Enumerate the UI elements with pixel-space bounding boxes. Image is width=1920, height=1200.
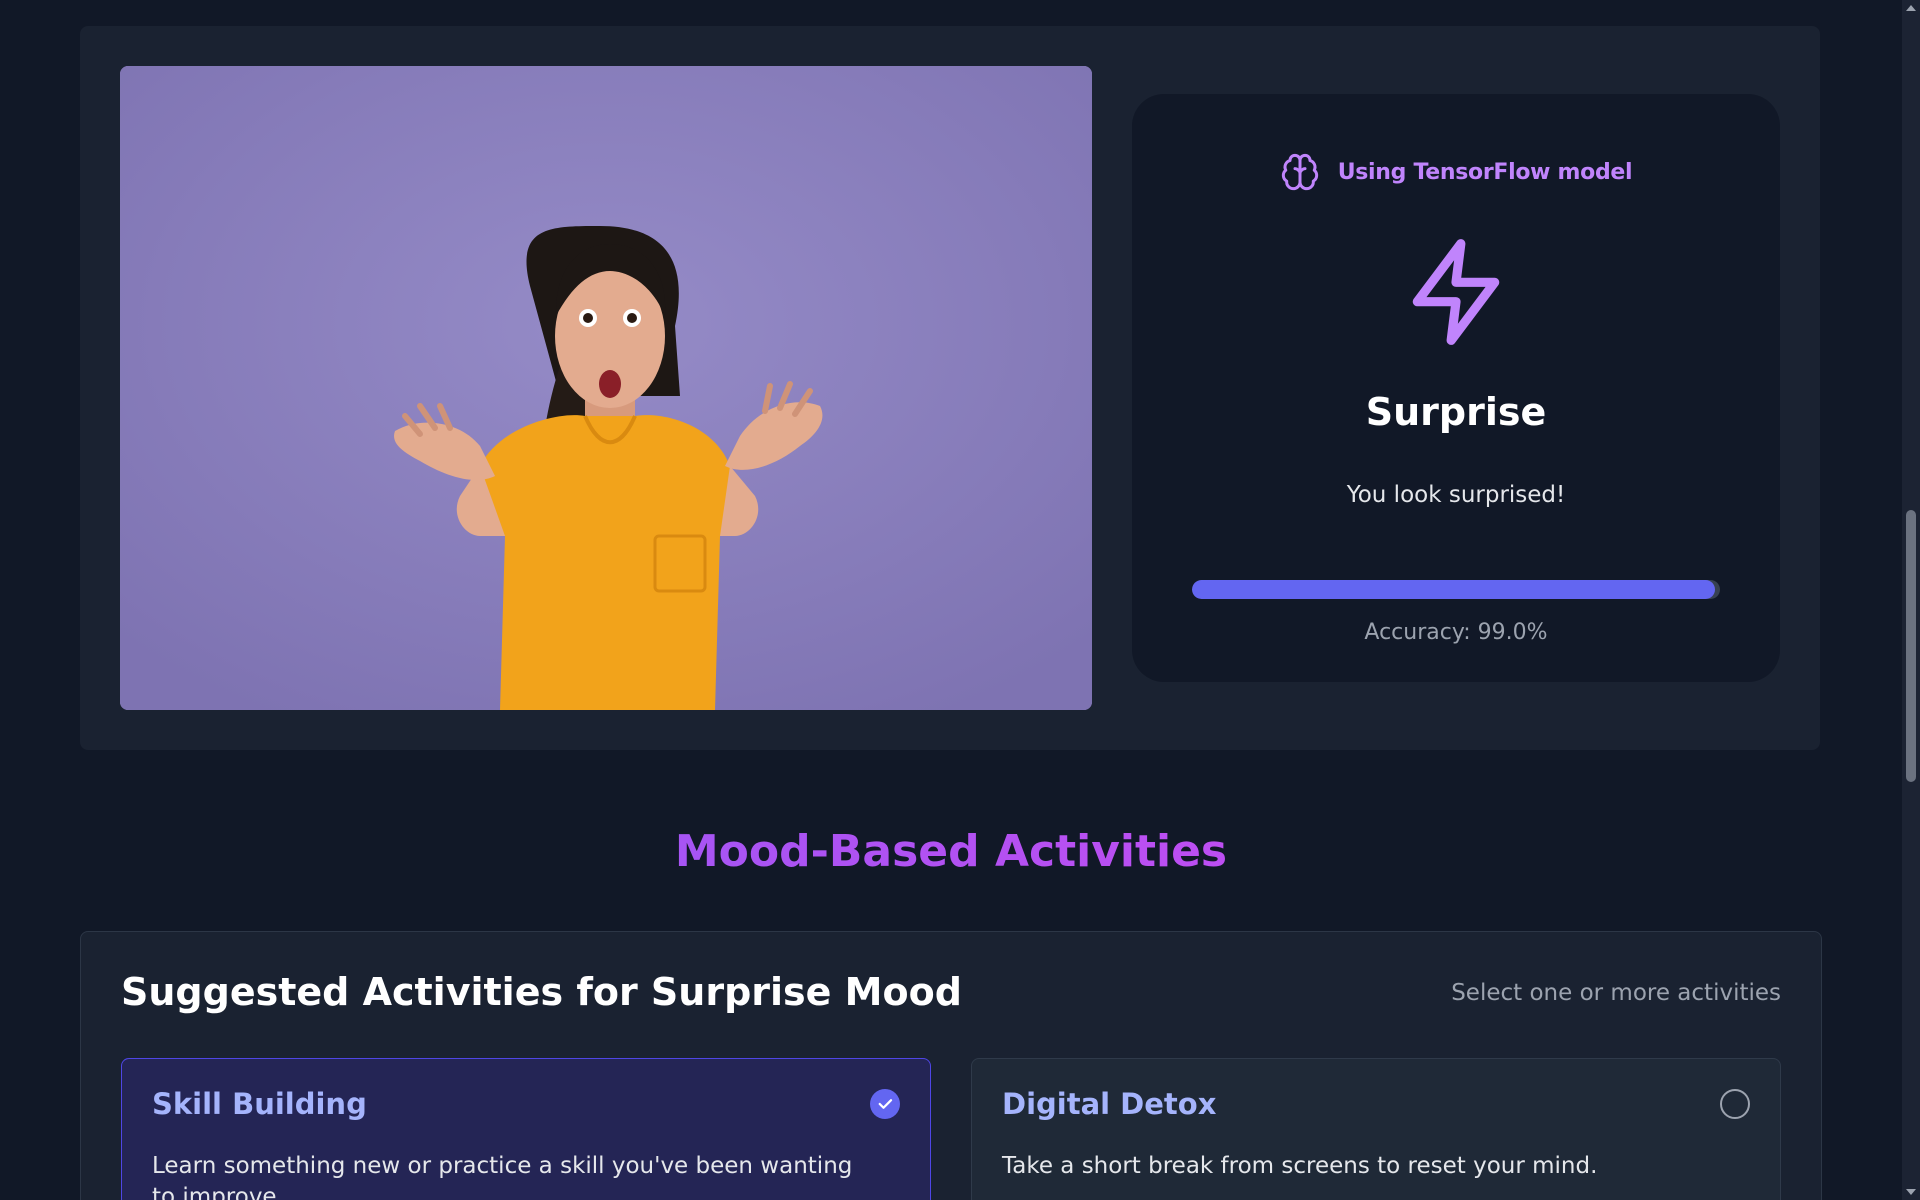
section-title: Mood-Based Activities — [0, 826, 1902, 877]
lightning-bolt-icon — [1412, 239, 1500, 345]
scroll-down-arrow-icon[interactable] — [1906, 1189, 1916, 1195]
scrollbar-thumb[interactable] — [1906, 510, 1916, 782]
checked-circle-icon[interactable] — [870, 1089, 900, 1119]
activity-card-skill-building[interactable]: Skill Building Learn something new or pr… — [121, 1058, 931, 1200]
accuracy-text: Accuracy: 99.0% — [1364, 620, 1548, 645]
brain-icon — [1281, 153, 1318, 191]
emotion-result-panel: Using TensorFlow model Surprise You look… — [1132, 94, 1780, 682]
activities-title: Suggested Activities for Surprise Mood — [121, 970, 962, 1014]
activity-description: Take a short break from screens to reset… — [1002, 1153, 1598, 1179]
activity-description: Learn something new or practice a skill … — [152, 1153, 853, 1200]
empty-circle-icon[interactable] — [1720, 1089, 1750, 1119]
activities-card: Suggested Activities for Surprise Mood S… — [80, 931, 1822, 1200]
model-label: Using TensorFlow model — [1337, 159, 1633, 185]
scrollbar[interactable] — [1902, 0, 1920, 1200]
activities-hint: Select one or more activities — [1451, 980, 1781, 1006]
page: Using TensorFlow model Surprise You look… — [0, 0, 1902, 1200]
emotion-message: You look surprised! — [1346, 482, 1566, 508]
uploaded-photo — [120, 66, 1092, 710]
emotion-name: Surprise — [1365, 390, 1547, 434]
analysis-card: Using TensorFlow model Surprise You look… — [80, 26, 1820, 750]
activity-name: Digital Detox — [1002, 1087, 1217, 1121]
accuracy-bar-fill — [1192, 580, 1715, 599]
scroll-up-arrow-icon[interactable] — [1906, 5, 1916, 11]
accuracy-bar — [1192, 580, 1720, 599]
model-indicator: Using TensorFlow model — [1132, 152, 1780, 192]
activity-card-digital-detox[interactable]: Digital Detox Take a short break from sc… — [971, 1058, 1781, 1200]
activity-name: Skill Building — [152, 1087, 367, 1121]
